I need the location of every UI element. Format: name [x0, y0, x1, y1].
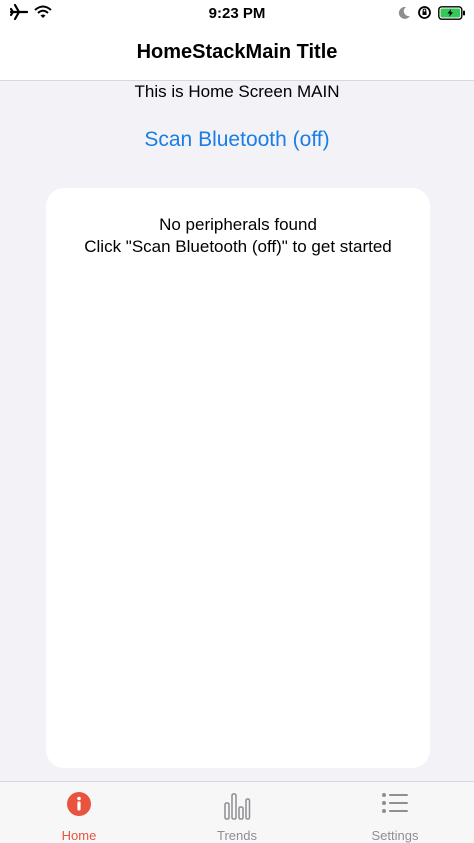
empty-state-message: No peripherals found Click "Scan Bluetoo… [66, 214, 410, 258]
tab-settings[interactable]: Settings [316, 782, 474, 843]
bar-chart-icon [223, 791, 251, 820]
screen-subtitle: This is Home Screen MAIN [134, 82, 340, 101]
scan-bluetooth-button[interactable]: Scan Bluetooth (off) [112, 124, 362, 156]
header: 9:23 PM HomeStackMain Title [0, 0, 474, 81]
orientation-lock-icon [417, 5, 432, 25]
tab-trends-label: Trends [217, 828, 257, 843]
status-bar: 9:23 PM [0, 0, 474, 28]
empty-state-line1: No peripherals found [159, 215, 317, 234]
empty-state-line2: Click "Scan Bluetooth (off)" to get star… [84, 237, 392, 256]
status-right-icons [397, 5, 466, 25]
tab-home-label: Home [61, 828, 97, 843]
nav-title: HomeStackMain Title [136, 41, 338, 63]
peripherals-card: No peripherals found Click "Scan Bluetoo… [46, 188, 430, 768]
tab-bar: Home Trends Settings [0, 781, 474, 843]
battery-charging-icon [438, 5, 466, 25]
info-icon [66, 791, 92, 819]
moon-icon [397, 6, 411, 25]
tab-settings-label: Settings [371, 828, 419, 843]
list-icon [381, 791, 409, 819]
tab-home[interactable]: Home [0, 782, 158, 843]
tab-trends[interactable]: Trends [158, 782, 316, 843]
home-screen: 9:23 PM HomeStackMain Title This is Home… [0, 0, 474, 843]
